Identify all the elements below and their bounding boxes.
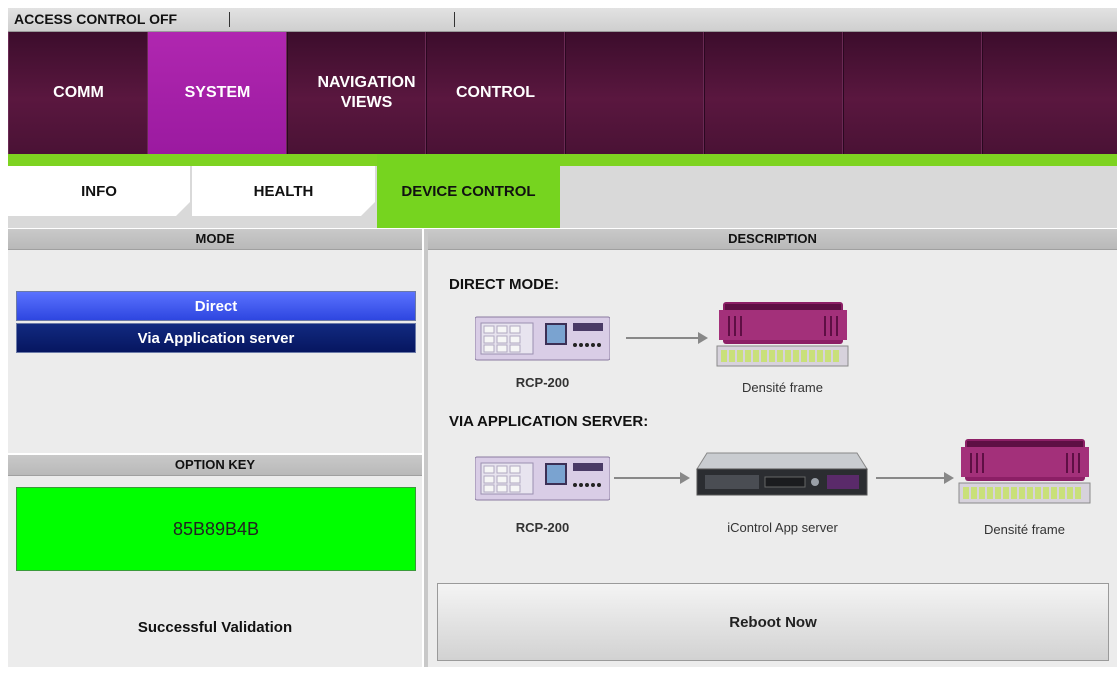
- tab-device-control[interactable]: DEVICE CONTROL: [377, 154, 560, 228]
- status-separator: [454, 12, 455, 27]
- tab-label: DEVICE CONTROL: [401, 182, 536, 200]
- option-key-field[interactable]: 85B89B4B: [16, 487, 416, 571]
- icontrol-app-server-image: [695, 447, 870, 502]
- tab-empty[interactable]: [564, 32, 705, 154]
- reboot-now-label: Reboot Now: [729, 613, 817, 631]
- tab-notch: [176, 202, 190, 216]
- mode-direct-button[interactable]: Direct: [16, 291, 416, 321]
- tab-label: INFO: [81, 182, 117, 200]
- option-key-value: 85B89B4B: [172, 518, 260, 539]
- densite-frame-image: [715, 296, 850, 368]
- status-separator: [229, 12, 230, 27]
- rcp-200-device-image: [474, 315, 611, 362]
- arrow-line: [876, 477, 946, 479]
- tab-control[interactable]: CONTROL: [425, 32, 566, 154]
- tab-label: HEALTH: [253, 182, 314, 200]
- tab-label: CONTROL: [455, 84, 536, 101]
- tab-empty[interactable]: [703, 32, 844, 154]
- arrow-line: [614, 477, 682, 479]
- green-strip: [8, 154, 1117, 166]
- option-key-header: OPTION KEY: [8, 455, 422, 476]
- via-server-title: VIA APPLICATION SERVER:: [449, 413, 649, 430]
- mode-header: MODE: [8, 229, 422, 250]
- option-key-panel: OPTION KEY 85B89B4B Successful Validatio…: [8, 455, 422, 667]
- status-bar: ACCESS CONTROL OFF: [8, 8, 1117, 32]
- rcp-200-label: RCP-200: [515, 520, 570, 535]
- icontrol-app-server-label: iControl App server: [727, 520, 838, 535]
- tab-notch: [361, 202, 375, 216]
- tab-navigation-views[interactable]: NAVIGATION VIEWS: [286, 32, 427, 154]
- rcp-200-label: RCP-200: [515, 375, 570, 390]
- tab-system[interactable]: SYSTEM: [147, 32, 288, 154]
- tab-label: COMM: [53, 84, 104, 101]
- densite-frame-label: Densité frame: [742, 380, 823, 395]
- rcp-200-device-image: [474, 455, 611, 502]
- densite-frame-image: [957, 433, 1092, 505]
- tab-label: NAVIGATION VIEWS: [317, 74, 416, 111]
- mode-option-label: Via Application server: [137, 329, 295, 347]
- arrow-head: [680, 472, 690, 484]
- main-nav: COMM SYSTEM NAVIGATION VIEWS CONTROL: [8, 32, 1117, 154]
- sub-nav: INFO HEALTH DEVICE CONTROL: [8, 154, 1117, 228]
- tab-empty[interactable]: [981, 32, 1117, 154]
- validation-status: Successful Validation: [137, 619, 293, 636]
- tab-label: SYSTEM: [184, 84, 251, 101]
- mode-option-label: Direct: [194, 297, 238, 315]
- tab-info[interactable]: INFO: [8, 166, 190, 216]
- tab-comm[interactable]: COMM: [8, 32, 149, 154]
- tab-health[interactable]: HEALTH: [192, 166, 375, 216]
- access-control-status: ACCESS CONTROL OFF: [14, 11, 178, 27]
- reboot-now-button[interactable]: Reboot Now: [437, 583, 1109, 661]
- description-header: DESCRIPTION: [428, 229, 1117, 250]
- direct-mode-title: DIRECT MODE:: [449, 276, 559, 293]
- mode-panel: MODE Direct Via Application server: [8, 229, 422, 453]
- arrow-head: [944, 472, 954, 484]
- arrow-head: [698, 332, 708, 344]
- arrow-line: [626, 337, 704, 339]
- mode-via-app-server-button[interactable]: Via Application server: [16, 323, 416, 353]
- tab-empty[interactable]: [842, 32, 983, 154]
- densite-frame-label: Densité frame: [984, 522, 1065, 537]
